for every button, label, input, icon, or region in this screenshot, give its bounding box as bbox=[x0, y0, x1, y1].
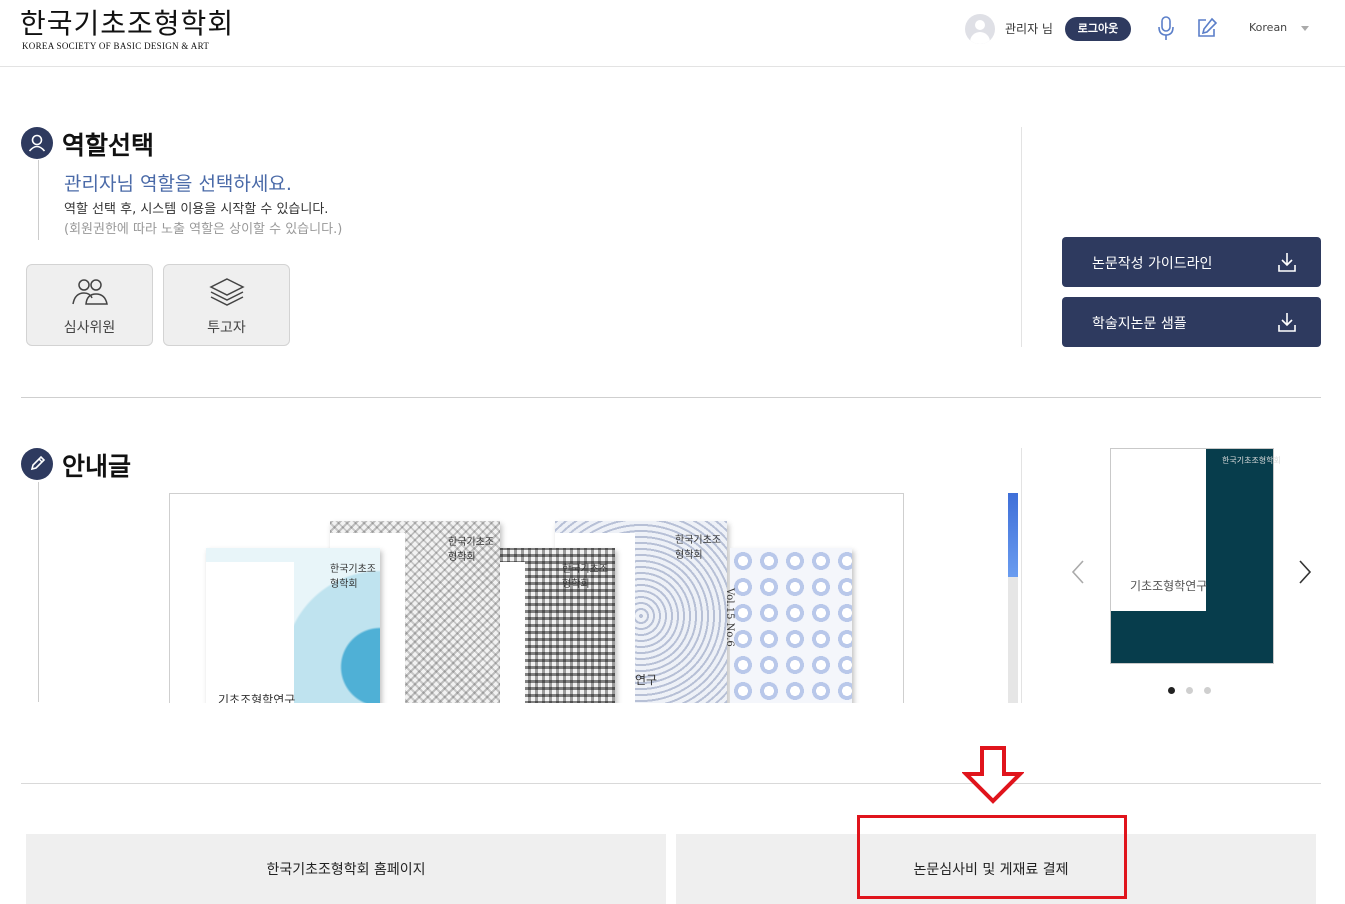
arrow-down-icon bbox=[962, 746, 1024, 804]
top-header: 한국기초조형학회 KOREA SOCIETY OF BASIC DESIGN &… bbox=[0, 0, 1345, 67]
cover-subtitle: 기초조형학연구 bbox=[218, 693, 296, 703]
cover-masthead: 한국기초조형학회 bbox=[562, 564, 608, 590]
homepage-link-label: 한국기초조형학회 홈페이지 bbox=[266, 862, 426, 878]
section-divider bbox=[21, 397, 1321, 398]
homepage-link-button[interactable]: 한국기초조형학회 홈페이지 bbox=[26, 834, 666, 904]
cover-subtitle: 연구 bbox=[635, 673, 658, 687]
cover-masthead: 한국기초조형학회 bbox=[448, 537, 494, 563]
vertical-divider bbox=[1021, 127, 1022, 347]
person-icon bbox=[21, 127, 53, 159]
role-note: (회원권한에 따라 노출 역할은 상이할 수 있습니다.) bbox=[64, 222, 343, 237]
download-icon bbox=[1278, 253, 1296, 272]
download-sample-label: 학술지논문 샘플 bbox=[1092, 316, 1187, 332]
journal-cover-image: 한국기초조형학회 기초조형학연구 bbox=[206, 548, 380, 703]
role-section-title: 역할선택 bbox=[62, 131, 155, 160]
language-select[interactable]: Korean bbox=[1249, 21, 1287, 34]
download-guideline-label: 논문작성 가이드라인 bbox=[1092, 256, 1213, 272]
carousel-dot[interactable] bbox=[1204, 687, 1211, 694]
section-divider bbox=[21, 783, 1321, 784]
journal-masthead: 한국기초조형학회 bbox=[1222, 456, 1281, 465]
journal-cover-image: 한국기초조형학회 bbox=[500, 548, 615, 703]
logout-button[interactable]: 로그아웃 bbox=[1065, 17, 1131, 41]
user-name: 관리자 님 bbox=[1005, 22, 1053, 36]
layers-icon bbox=[209, 278, 245, 306]
download-icon bbox=[1278, 313, 1296, 332]
role-reviewer-button[interactable]: 심사위원 bbox=[26, 264, 153, 346]
role-description: 역할 선택 후, 시스템 이용을 시작할 수 있습니다. bbox=[64, 202, 329, 217]
download-guideline-button[interactable]: 논문작성 가이드라인 bbox=[1062, 237, 1321, 287]
guide-section-divider bbox=[38, 482, 39, 702]
role-lead-text: 관리자님 역할을 선택하세요. bbox=[64, 173, 292, 195]
journal-cover-image: Vol.15 No.6 bbox=[724, 548, 852, 703]
vertical-divider bbox=[1021, 448, 1022, 703]
cover-masthead: 한국기초조형학회 bbox=[675, 535, 721, 561]
scrollbar-thumb[interactable] bbox=[1008, 493, 1018, 577]
site-logo-title[interactable]: 한국기초조형학회 bbox=[20, 2, 234, 42]
role-section-divider bbox=[38, 160, 39, 240]
pencil-icon bbox=[21, 448, 53, 480]
carousel-dot[interactable] bbox=[1186, 687, 1193, 694]
microphone-icon[interactable] bbox=[1156, 16, 1176, 42]
notice-image: 한국기초조형학회 한국기초조형학회 연구 한국기초조형학회 기초조형학연구 한국… bbox=[169, 493, 904, 703]
role-author-label: 투고자 bbox=[207, 320, 246, 336]
user-avatar-icon bbox=[965, 14, 995, 44]
role-author-button[interactable]: 투고자 bbox=[163, 264, 290, 346]
guide-section-title: 안내글 bbox=[62, 452, 132, 481]
chevron-down-icon[interactable] bbox=[1301, 26, 1309, 31]
cover-volume: Vol.15 No.6 bbox=[724, 588, 735, 647]
download-sample-button[interactable]: 학술지논문 샘플 bbox=[1062, 297, 1321, 347]
carousel-dot-active[interactable] bbox=[1168, 687, 1175, 694]
chevron-left-icon[interactable] bbox=[1069, 559, 1087, 585]
journal-title: 기초조형학연구 bbox=[1130, 579, 1208, 593]
edit-icon[interactable] bbox=[1196, 17, 1218, 39]
payment-label: 논문심사비 및 게재료 결제 bbox=[913, 862, 1069, 878]
users-icon bbox=[72, 279, 108, 305]
role-reviewer-label: 심사위원 bbox=[63, 320, 116, 336]
cover-masthead: 한국기초조형학회 bbox=[330, 564, 376, 590]
site-logo-subtitle: KOREA SOCIETY OF BASIC DESIGN & ART bbox=[22, 41, 210, 51]
payment-button[interactable]: 논문심사비 및 게재료 결제 bbox=[676, 834, 1316, 904]
chevron-right-icon[interactable] bbox=[1296, 559, 1314, 585]
